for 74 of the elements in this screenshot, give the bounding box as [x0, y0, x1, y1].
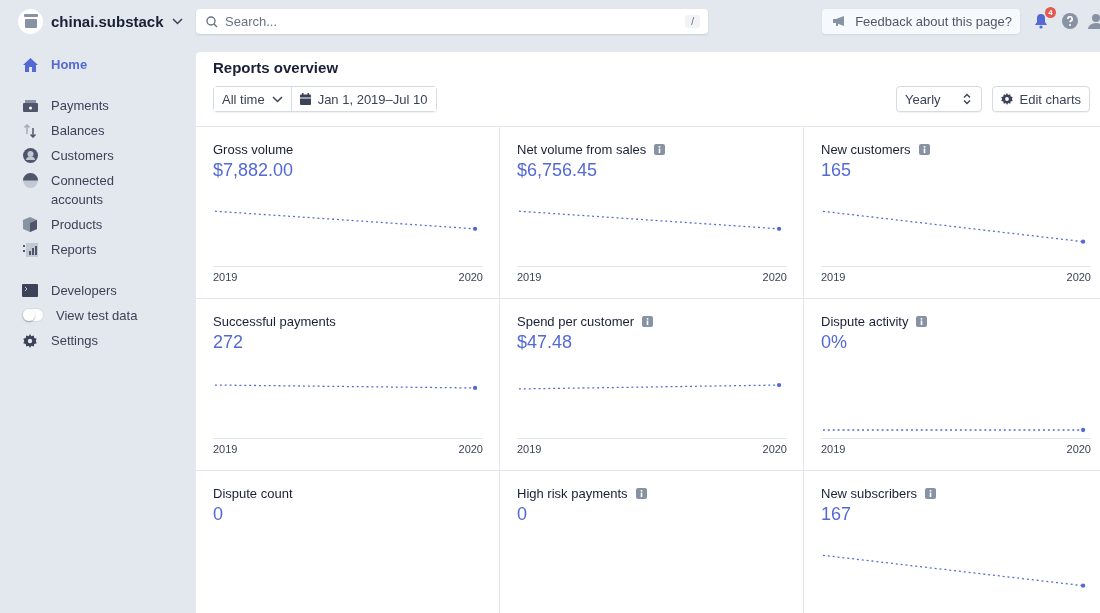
arrows-icon: [22, 123, 38, 138]
metric-value: 165: [821, 160, 853, 181]
axis-label: 2020: [762, 443, 787, 455]
settings-icon: [1000, 93, 1013, 105]
toggle-switch[interactable]: [22, 308, 44, 322]
metric-title: New subscribers: [821, 486, 918, 501]
metric-title: Dispute count: [213, 486, 293, 501]
interval-select[interactable]: Yearly: [895, 86, 982, 112]
sidebar-item[interactable]: Reports: [22, 237, 172, 262]
sidebar-item[interactable]: Products: [22, 212, 172, 237]
terminal-icon: [22, 284, 38, 297]
metric-title: Successful payments: [213, 314, 336, 329]
axis-label: 2019: [213, 443, 238, 455]
axis-label: 2020: [1066, 271, 1091, 283]
axis-label: 2019: [821, 443, 846, 455]
bar-chart-icon: [22, 242, 38, 257]
metric-title: Gross volume: [213, 142, 294, 157]
toggle-label: View test data: [56, 307, 138, 325]
info-icon[interactable]: [642, 316, 654, 327]
metric-value: 0%: [821, 332, 848, 353]
axis-label: 2020: [458, 443, 483, 455]
chevron-down-icon: [271, 95, 283, 103]
metric-value: $7,882.00: [213, 160, 295, 181]
metric-value: 0: [213, 504, 224, 525]
axis-label: 2020: [1066, 443, 1091, 455]
store-logo-icon: [18, 8, 43, 34]
metric-title: New customers: [821, 142, 911, 157]
pie-icon: [22, 173, 38, 188]
sidebar-item[interactable]: Connected accounts: [22, 168, 172, 212]
metric-value: 0: [517, 504, 528, 525]
axis-label: 2020: [458, 271, 483, 283]
metric-title: Spend per customer: [517, 314, 635, 329]
info-icon[interactable]: [916, 316, 928, 327]
info-icon[interactable]: [654, 144, 666, 155]
settings-icon: [23, 333, 37, 348]
sidebar-item[interactable]: Developers: [22, 278, 172, 303]
axis-label: 2019: [213, 271, 238, 283]
metric-value: 272: [213, 332, 245, 353]
person-circle-icon: [22, 148, 38, 163]
date-range-button[interactable]: Jan 1, 2019–Jul 10: [290, 87, 436, 111]
axis-label: 2019: [821, 271, 846, 283]
account-name[interactable]: chinai.substack: [51, 12, 164, 30]
metric-title: High risk payments: [517, 486, 628, 501]
info-icon[interactable]: [918, 144, 930, 155]
calendar-icon: [299, 93, 311, 105]
info-icon[interactable]: [925, 488, 937, 499]
sidebar-item[interactable]: Home: [22, 52, 172, 77]
metric-value: $6,756.45: [517, 160, 599, 181]
edit-charts-button[interactable]: Edit charts: [991, 86, 1090, 112]
home-icon: [22, 57, 38, 72]
page-title: Reports overview: [213, 59, 340, 76]
sidebar-item[interactable]: Customers: [22, 143, 172, 168]
axis-label: 2019: [517, 271, 542, 283]
help-icon[interactable]: [1062, 13, 1078, 29]
sidebar-item[interactable]: Settings: [22, 328, 172, 353]
info-icon[interactable]: [635, 488, 647, 499]
up-down-caret-icon: [962, 93, 971, 105]
range-dropdown[interactable]: All time: [214, 87, 291, 111]
wallet-icon: [22, 99, 38, 112]
metric-title: Dispute activity: [821, 314, 909, 329]
axis-label: 2020: [762, 271, 787, 283]
notification-badge: 4: [1045, 7, 1056, 18]
axis-label: 2019: [517, 443, 542, 455]
metric-value: 167: [821, 504, 853, 525]
search-icon: [206, 15, 218, 28]
metric-value: $47.48: [517, 332, 574, 353]
bell-icon[interactable]: [1034, 13, 1048, 29]
metric-title: Net volume from sales: [517, 142, 647, 157]
box-icon: [23, 217, 37, 232]
chevron-down-icon[interactable]: [171, 17, 183, 25]
sidebar-item[interactable]: Payments: [22, 93, 172, 118]
user-icon[interactable]: [1088, 13, 1100, 29]
feedback-button[interactable]: Feedback about this page?: [822, 8, 1020, 34]
sidebar-item[interactable]: Balances: [22, 118, 172, 143]
